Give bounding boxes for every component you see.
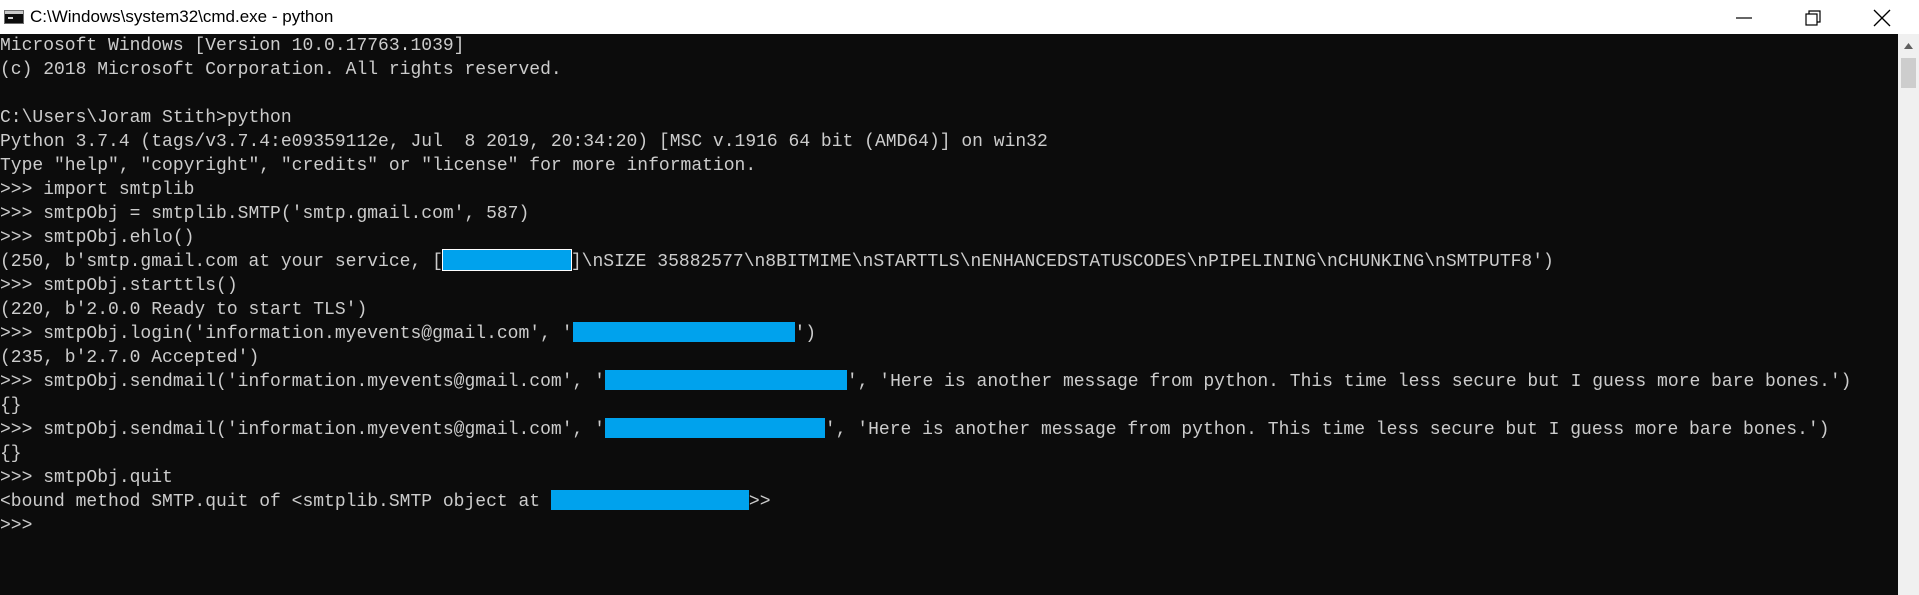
restore-icon <box>1805 10 1821 26</box>
console-text: >>> smtpObj.login('information.myevents@… <box>0 324 573 344</box>
console-line: Type "help", "copyright", "credits" or "… <box>0 154 1898 178</box>
window-title: C:\Windows\system32\cmd.exe - python <box>30 7 334 26</box>
console-text: >>> import smtplib <box>0 180 195 200</box>
console-text: >> <box>748 492 771 512</box>
redaction-block <box>550 490 749 510</box>
console-text: (250, b'smtp.gmail.com at your service, … <box>0 252 443 272</box>
console-text: {} <box>0 396 22 416</box>
console-text: >>> <box>0 516 33 536</box>
console-line: >>> smtpObj.ehlo() <box>0 226 1898 250</box>
close-icon <box>1873 9 1891 27</box>
close-button[interactable] <box>1854 0 1910 34</box>
redaction-block <box>441 249 572 271</box>
redaction-block <box>572 322 795 342</box>
console-line: >>> smtpObj.login('information.myevents@… <box>0 322 1898 346</box>
console-text: >>> smtpObj.ehlo() <box>0 228 195 248</box>
console-text: ]\nSIZE 35882577\n8BITMIME\nSTARTTLS\nEN… <box>570 252 1554 272</box>
chevron-up-icon <box>1904 43 1913 49</box>
title-bar[interactable]: C:\Windows\system32\cmd.exe - python <box>0 0 1919 34</box>
console-line: >>> <box>0 514 1898 538</box>
minimize-icon <box>1736 17 1752 19</box>
console-line: {} <box>0 394 1898 418</box>
console-line: <bound method SMTP.quit of <smtplib.SMTP… <box>0 490 1898 514</box>
console-line: {} <box>0 442 1898 466</box>
console-text: (c) 2018 Microsoft Corporation. All righ… <box>0 60 562 80</box>
console-line: (c) 2018 Microsoft Corporation. All righ… <box>0 58 1898 82</box>
console-text: (235, b'2.7.0 Accepted') <box>0 348 260 368</box>
console-text: >>> smtpObj = smtplib.SMTP('smtp.gmail.c… <box>0 204 530 224</box>
redaction-block <box>604 370 847 390</box>
console-text: ', 'Here is another message from python.… <box>846 372 1852 392</box>
console-line: (235, b'2.7.0 Accepted') <box>0 346 1898 370</box>
console-text: C:\Users\Joram Stith>python <box>0 108 292 128</box>
console-line: (250, b'smtp.gmail.com at your service, … <box>0 249 1898 274</box>
console-text: (220, b'2.0.0 Ready to start TLS') <box>0 300 368 320</box>
maximize-button[interactable] <box>1785 0 1841 34</box>
console-line: Python 3.7.4 (tags/v3.7.4:e09359112e, Ju… <box>0 130 1898 154</box>
console-line: >>> import smtplib <box>0 178 1898 202</box>
vertical-scrollbar[interactable] <box>1898 34 1919 595</box>
minimize-button[interactable] <box>1716 0 1772 34</box>
console-line: >>> smtpObj.quit <box>0 466 1898 490</box>
console-text: {} <box>0 444 22 464</box>
console-line: Microsoft Windows [Version 10.0.17763.10… <box>0 34 1898 58</box>
console-text: ') <box>794 324 817 344</box>
console-line: >>> smtpObj.starttls() <box>0 274 1898 298</box>
console-output[interactable]: Microsoft Windows [Version 10.0.17763.10… <box>0 34 1898 595</box>
console-text: >>> smtpObj.quit <box>0 468 173 488</box>
console-text: Python 3.7.4 (tags/v3.7.4:e09359112e, Ju… <box>0 132 1048 152</box>
console-text: >>> smtpObj.sendmail('information.myeven… <box>0 420 605 440</box>
scroll-thumb[interactable] <box>1901 58 1916 88</box>
scroll-up-button[interactable] <box>1898 34 1919 56</box>
console-line: >>> smtpObj.sendmail('information.myeven… <box>0 418 1898 442</box>
console-text: ', 'Here is another message from python.… <box>824 420 1830 440</box>
console-text: >>> smtpObj.sendmail('information.myeven… <box>0 372 605 392</box>
console-text: >>> smtpObj.starttls() <box>0 276 238 296</box>
cmd-icon[interactable] <box>4 10 24 24</box>
console-line: C:\Users\Joram Stith>python <box>0 106 1898 130</box>
console-text: Type "help", "copyright", "credits" or "… <box>0 156 757 176</box>
console-line: (220, b'2.0.0 Ready to start TLS') <box>0 298 1898 322</box>
console-line: >>> smtpObj = smtplib.SMTP('smtp.gmail.c… <box>0 202 1898 226</box>
console-text: <bound method SMTP.quit of <smtplib.SMTP… <box>0 492 551 512</box>
console-text: Microsoft Windows [Version 10.0.17763.10… <box>0 36 465 56</box>
redaction-block <box>604 418 825 438</box>
console-line: >>> smtpObj.sendmail('information.myeven… <box>0 370 1898 394</box>
